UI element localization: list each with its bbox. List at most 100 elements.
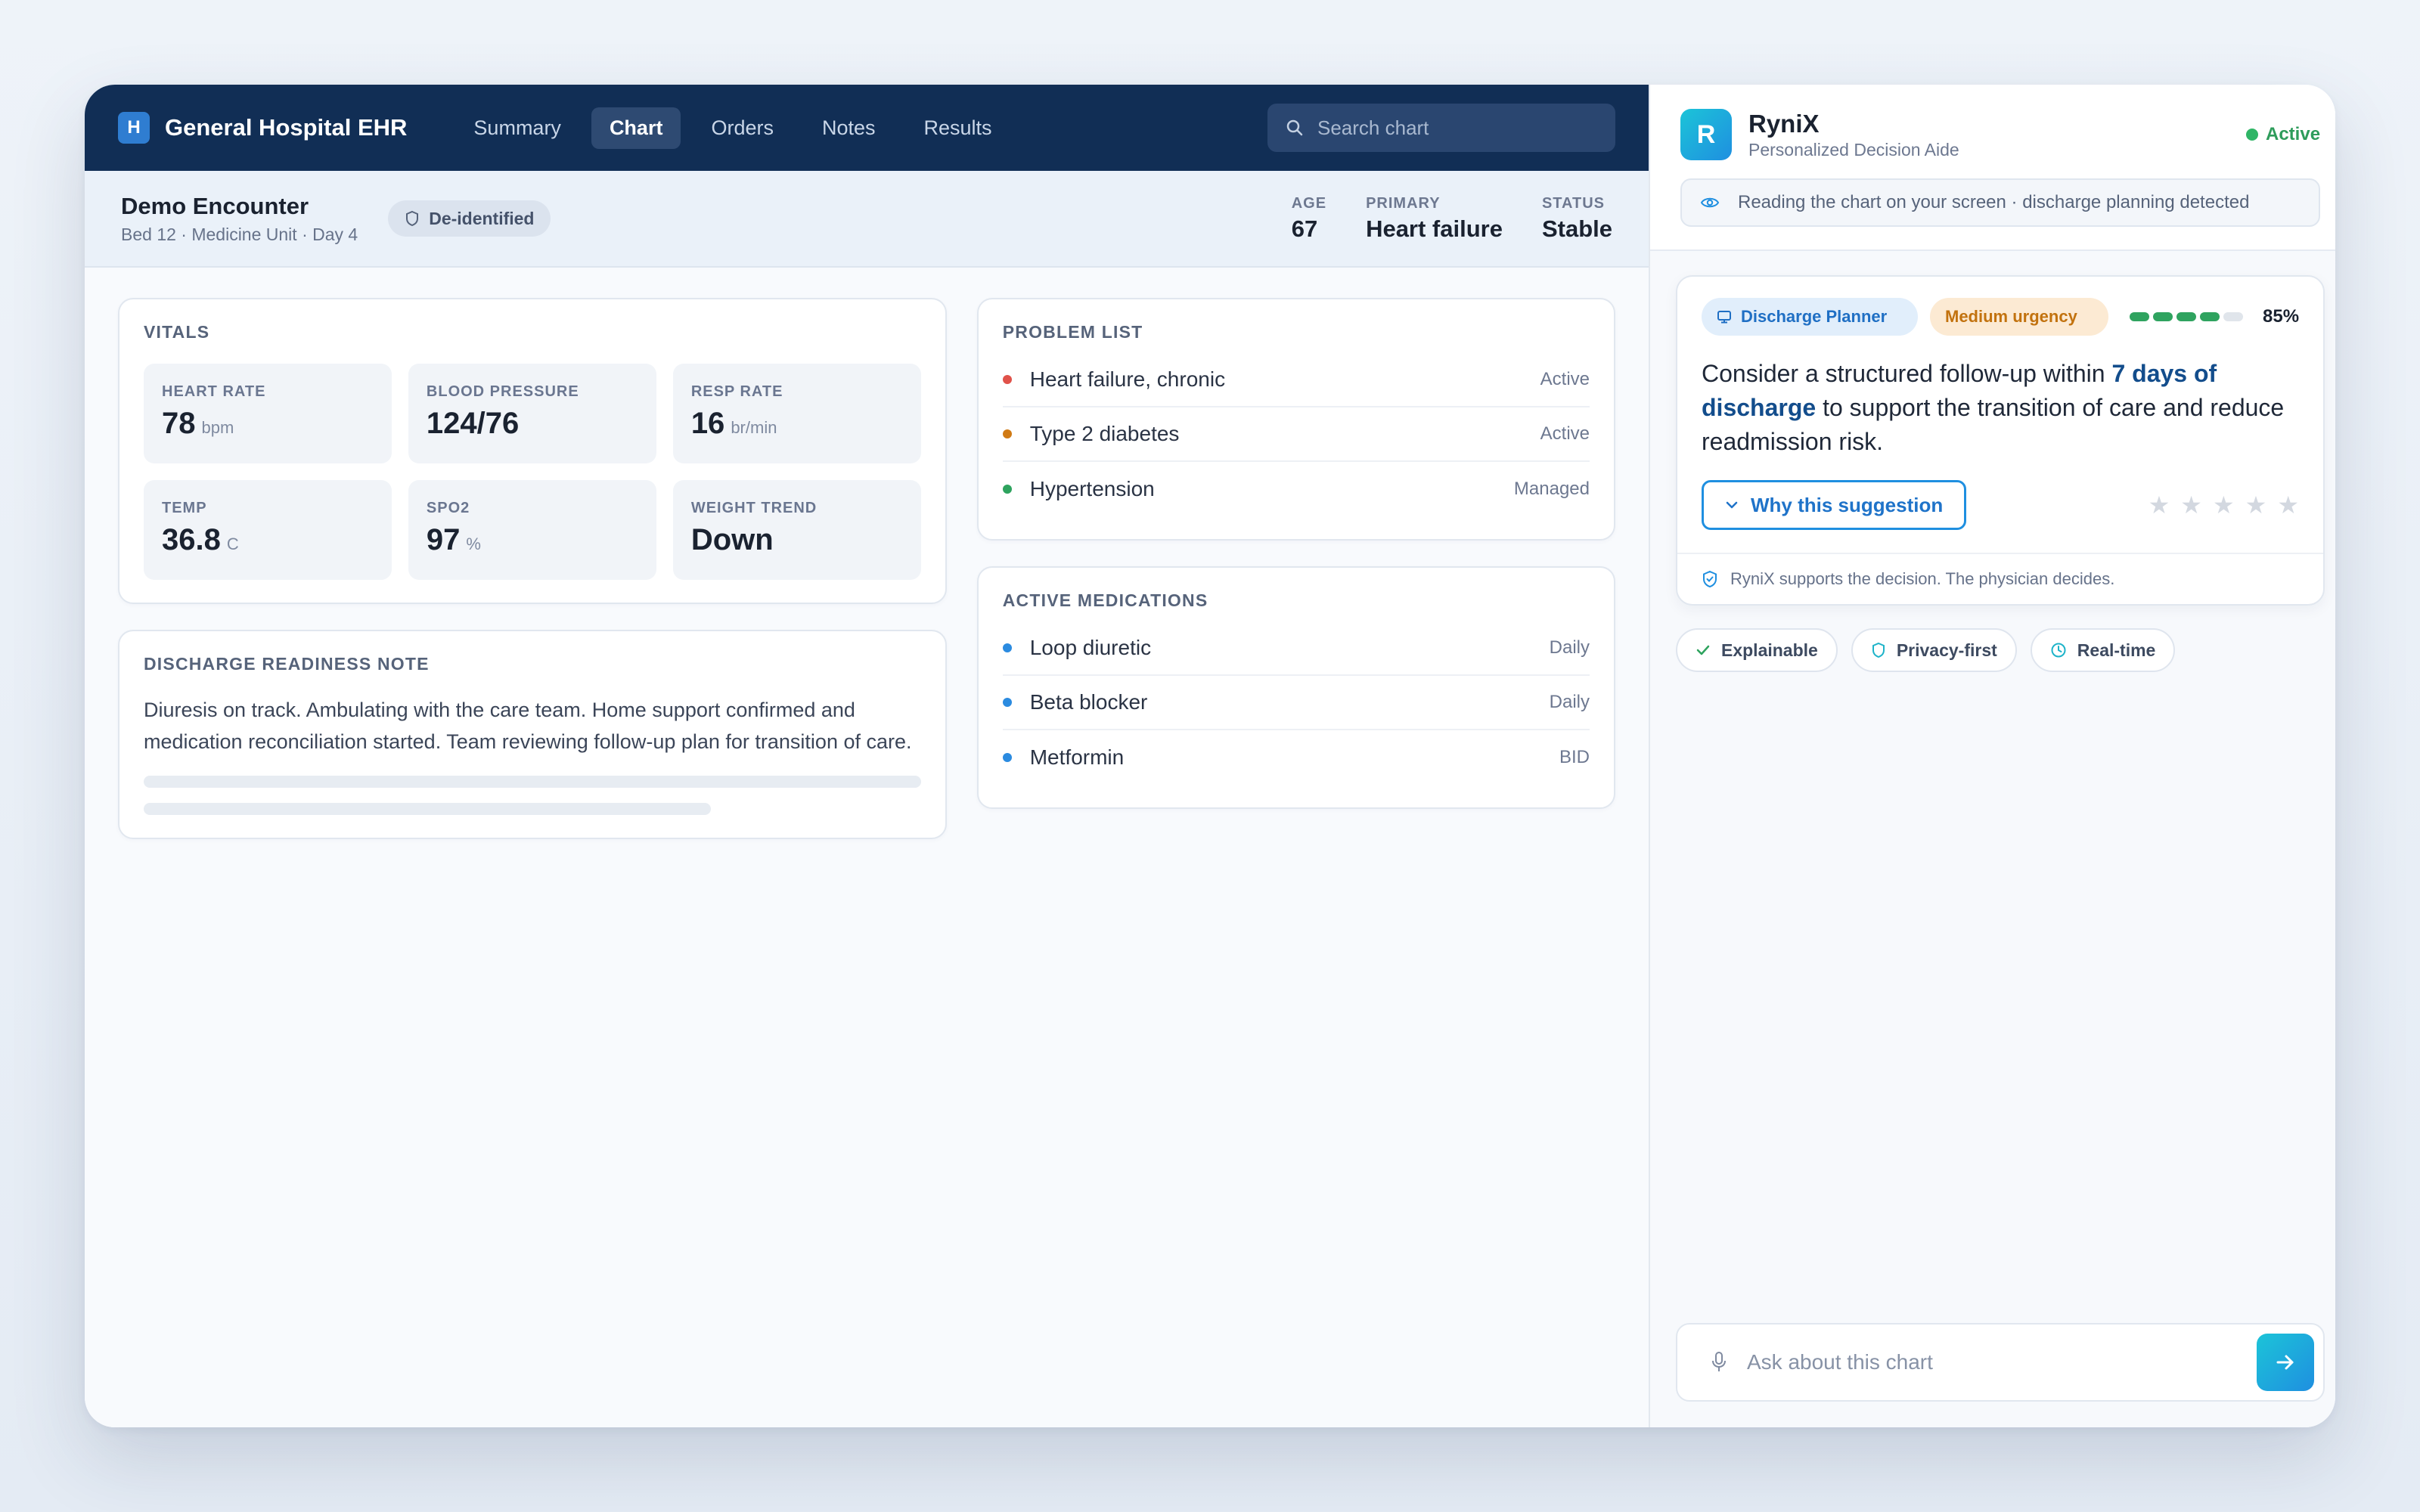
list-item[interactable]: Loop diuretic Daily	[1002, 621, 1590, 676]
vital-label: TEMP	[162, 500, 207, 516]
vital-spo2: SPO2 97%	[408, 480, 656, 580]
stat-value: Stable	[1541, 215, 1612, 242]
aide-name: RyniX	[1748, 109, 1820, 138]
medications-card: Active Medications Loop diuretic Daily B…	[976, 566, 1615, 809]
discharge-note-card: Discharge Readiness Note Diuresis on tra…	[118, 630, 947, 839]
chart-body: Vitals HEART RATE 78 bpm BLOOD PRESSURE 1…	[85, 268, 1649, 1427]
status-dot	[1002, 375, 1012, 384]
tab-notes[interactable]: Notes	[804, 107, 894, 149]
chip-label: Real-time	[2077, 640, 2156, 660]
problem-list: Heart failure, chronic Active Type 2 dia…	[1002, 353, 1590, 516]
placeholder-line	[144, 776, 921, 788]
problem-status: Active	[1540, 423, 1590, 444]
placeholder-line	[144, 803, 712, 815]
stat-value: Heart failure	[1366, 215, 1503, 242]
list-item[interactable]: Beta blocker Daily	[1002, 676, 1590, 730]
tab-results[interactable]: Results	[906, 107, 1010, 149]
medication-dot	[1002, 643, 1012, 652]
tab-orders[interactable]: Orders	[693, 107, 792, 149]
rating-stars: ★ ★ ★ ★ ★	[2149, 493, 2299, 517]
stat-primary: PRIMARY Heart failure	[1366, 195, 1503, 243]
medication-name: Beta blocker	[1029, 690, 1148, 714]
check-icon	[1696, 645, 1710, 655]
vital-heart-rate: HEART RATE 78 bpm	[144, 364, 392, 463]
vitals-card: Vitals HEART RATE 78 bpm BLOOD PRESSURE 1…	[118, 298, 947, 604]
vital-label: BLOOD PRESSURE	[426, 383, 579, 400]
monitor-icon	[1717, 311, 1731, 324]
suggestion-tags: Discharge Planner Medium urgency 85%	[1702, 298, 2299, 336]
disclaimer-text: RyniX supports the decision. The physici…	[1730, 569, 2115, 588]
vital-unit: br/min	[731, 418, 777, 437]
search-input[interactable]: Search chart	[1267, 104, 1615, 152]
rynix-logo: R	[1680, 109, 1732, 160]
tab-chart[interactable]: Chart	[591, 107, 681, 149]
app-title: General Hospital EHR	[165, 114, 408, 141]
planner-tag: Discharge Planner	[1702, 298, 1918, 336]
star-icon[interactable]: ★	[2277, 493, 2299, 517]
deidentified-label: De-identified	[429, 208, 535, 228]
vital-value: 97	[426, 523, 461, 556]
medications-title: Active Medications	[1002, 590, 1208, 610]
vitals-title: Vitals	[144, 322, 210, 342]
vital-unit: C	[226, 534, 239, 553]
confidence-segment	[2223, 312, 2243, 321]
chip-explainable: Explainable	[1676, 628, 1838, 672]
medication-dot	[1002, 753, 1012, 762]
medication-dot	[1002, 698, 1012, 707]
microphone-icon[interactable]	[1711, 1351, 1727, 1374]
confidence-segment	[2200, 312, 2220, 321]
shield-check-icon	[1703, 570, 1717, 588]
vital-value: 36.8	[162, 523, 221, 556]
why-suggestion-button[interactable]: Why this suggestion	[1702, 480, 1967, 530]
stat-label: PRIMARY	[1366, 194, 1441, 212]
star-icon[interactable]: ★	[2213, 493, 2235, 517]
vital-weight-trend: WEIGHT TREND Down	[672, 480, 921, 580]
send-button[interactable]	[2257, 1334, 2315, 1391]
list-item[interactable]: Metformin BID	[1002, 730, 1590, 785]
list-item[interactable]: Type 2 diabetes Active	[1002, 407, 1590, 462]
chip-realtime: Real-time	[2030, 628, 2176, 672]
vital-resp-rate: RESP RATE 16 br/min	[672, 364, 921, 463]
left-column: Vitals HEART RATE 78 bpm BLOOD PRESSURE 1…	[118, 298, 947, 839]
right-column: Problem List Heart failure, chronic Acti…	[976, 298, 1615, 809]
star-icon[interactable]: ★	[2180, 493, 2202, 517]
status-dot	[1002, 485, 1012, 494]
status-label: Active	[2266, 124, 2321, 144]
star-icon[interactable]: ★	[2245, 493, 2267, 517]
suggestion-text: Consider a structured follow-up within 7…	[1702, 360, 2285, 455]
vital-temp: TEMP 36.8 C	[144, 480, 392, 580]
context-text: Reading the chart on your screen · disch…	[1738, 192, 2250, 212]
chip-privacy: Privacy-first	[1851, 628, 2017, 672]
active-dot	[2246, 129, 2258, 141]
planner-tag-label: Discharge Planner	[1741, 307, 1888, 326]
clock-icon	[2051, 643, 2066, 658]
vital-unit: bpm	[201, 418, 234, 437]
decision-aide-panel: R RyniX Personalized Decision Aide Activ…	[1650, 85, 2335, 1427]
top-bar: H General Hospital EHR Summary Chart Ord…	[85, 85, 1649, 171]
note-text: Diuresis on track. Ambulating with the c…	[144, 699, 912, 753]
stat-age: AGE 67	[1292, 195, 1326, 243]
feature-chips: Explainable Privacy-first Real-time	[1676, 628, 2325, 672]
chevron-down-icon	[1726, 501, 1738, 509]
encounter-title: Demo Encounter	[121, 192, 309, 219]
ask-input[interactable]: Ask about this chart	[1676, 1323, 2325, 1402]
confidence-meter	[2130, 312, 2243, 321]
star-icon[interactable]: ★	[2149, 493, 2170, 517]
urgency-tag: Medium urgency	[1930, 298, 2108, 336]
chip-label: Privacy-first	[1896, 640, 1997, 660]
list-item[interactable]: Heart failure, chronic Active	[1002, 353, 1590, 407]
problem-name: Heart failure, chronic	[1029, 367, 1226, 391]
encounter-info: Demo Encounter Bed 12 · Medicine Unit · …	[121, 193, 358, 245]
medication-list: Loop diuretic Daily Beta blocker Daily M…	[1002, 621, 1590, 785]
stat-label: AGE	[1291, 194, 1327, 212]
ask-placeholder: Ask about this chart	[1747, 1350, 1933, 1374]
vitals-grid: HEART RATE 78 bpm BLOOD PRESSURE 124/76 R…	[144, 364, 921, 580]
encounter-stats: AGE 67 PRIMARY Heart failure STATUS Stab…	[1292, 195, 1612, 243]
status-badge: Active	[2246, 124, 2320, 145]
problem-name: Hypertension	[1029, 477, 1155, 500]
list-item[interactable]: Hypertension Managed	[1002, 462, 1590, 516]
aide-header: R RyniX Personalized Decision Aide Activ…	[1650, 85, 2335, 251]
tab-summary[interactable]: Summary	[455, 107, 579, 149]
why-suggestion-label: Why this suggestion	[1751, 493, 1944, 516]
vital-label: RESP RATE	[690, 383, 783, 400]
